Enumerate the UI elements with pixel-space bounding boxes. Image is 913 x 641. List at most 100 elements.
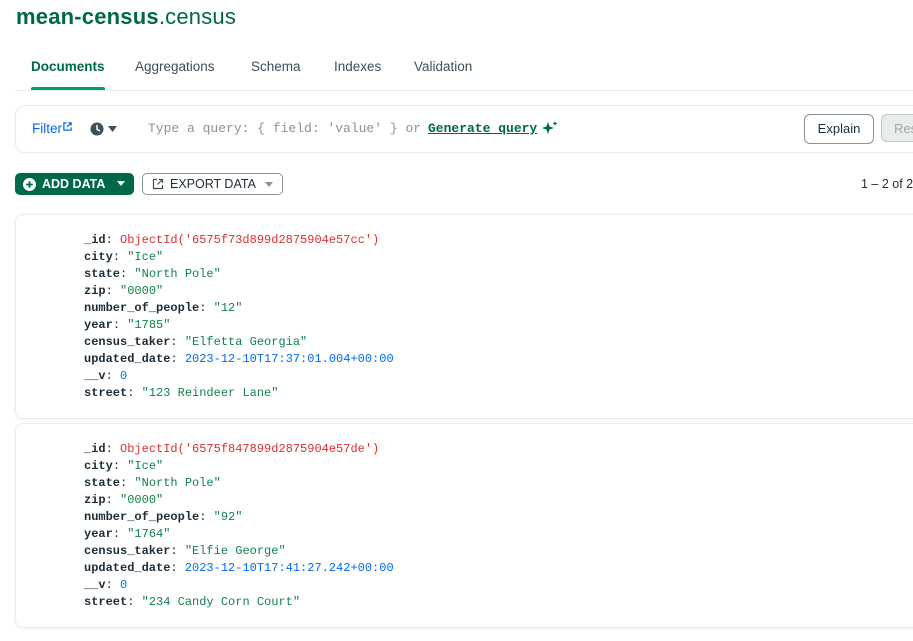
clock-icon: [90, 122, 104, 136]
document-fields: _id: ObjectId('6575f847899d2875904e57de'…: [84, 441, 394, 611]
field-key: __v: [84, 578, 106, 592]
document-field-row[interactable]: zip: "0000": [84, 283, 394, 300]
document-field-row[interactable]: zip: "0000": [84, 492, 394, 509]
collection-tabs: Documents Aggregations Schema Indexes Va…: [15, 56, 913, 91]
field-separator: :: [170, 544, 185, 558]
tab-documents[interactable]: Documents: [31, 56, 105, 90]
field-separator: :: [105, 233, 121, 247]
add-data-label: ADD DATA: [42, 177, 106, 191]
field-value: "12": [213, 301, 243, 315]
document-field-row[interactable]: state: "North Pole": [84, 475, 394, 492]
collection-name: .census: [158, 4, 237, 29]
query-history-button[interactable]: [90, 120, 117, 138]
caret-down-icon: [265, 182, 273, 187]
field-key: number_of_people: [84, 301, 200, 315]
field-key: state: [84, 267, 121, 281]
document-card[interactable]: _id: ObjectId('6575f73d899d2875904e57cc'…: [15, 214, 913, 419]
reset-button[interactable]: Res: [881, 114, 913, 142]
field-key: updated_date: [84, 352, 171, 366]
field-value: "Elfetta Georgia": [184, 335, 308, 349]
field-key: census_taker: [84, 335, 171, 349]
field-key: city: [84, 459, 113, 473]
document-field-row[interactable]: year: "1785": [84, 317, 394, 334]
export-data-button[interactable]: EXPORT DATA: [142, 173, 283, 195]
collection-title: mean-census.census: [16, 4, 236, 30]
document-field-row[interactable]: city: "Ice": [84, 249, 394, 266]
field-separator: :: [105, 578, 121, 592]
field-value: "92": [213, 510, 243, 524]
field-key: year: [84, 527, 113, 541]
field-separator: :: [199, 510, 214, 524]
tab-validation[interactable]: Validation: [414, 56, 472, 88]
document-field-row[interactable]: street: "234 Candy Corn Court": [84, 594, 394, 611]
field-separator: :: [127, 595, 142, 609]
field-separator: :: [170, 335, 185, 349]
document-field-row[interactable]: state: "North Pole": [84, 266, 394, 283]
field-key: year: [84, 318, 113, 332]
generate-query-link[interactable]: Generate query: [428, 121, 537, 136]
field-value: 0: [120, 369, 128, 383]
field-key: _id: [84, 233, 106, 247]
filter-label: Filter: [32, 121, 62, 136]
field-key: zip: [84, 284, 106, 298]
field-value: 0: [120, 578, 128, 592]
field-value: "1764": [127, 527, 171, 541]
field-value: 2023-12-10T17:37:01.004+00:00: [184, 352, 394, 366]
tab-indexes[interactable]: Indexes: [334, 56, 381, 88]
tab-schema[interactable]: Schema: [251, 56, 301, 88]
field-value: "234 Candy Corn Court": [141, 595, 301, 609]
sparkle-icon: [542, 121, 558, 134]
document-field-row[interactable]: city: "Ice": [84, 458, 394, 475]
document-field-row[interactable]: _id: ObjectId('6575f847899d2875904e57de'…: [84, 441, 394, 458]
document-field-row[interactable]: _id: ObjectId('6575f73d899d2875904e57cc'…: [84, 232, 394, 249]
document-field-row[interactable]: year: "1764": [84, 526, 394, 543]
field-key: __v: [84, 369, 106, 383]
add-data-button[interactable]: ADD DATA: [15, 173, 134, 195]
query-bar: Filter Type a query: { field: 'value' } …: [15, 105, 913, 153]
field-key: state: [84, 476, 121, 490]
tab-aggregations[interactable]: Aggregations: [135, 56, 215, 88]
filter-link[interactable]: Filter: [32, 121, 72, 136]
field-key: updated_date: [84, 561, 171, 575]
document-field-row[interactable]: number_of_people: "92": [84, 509, 394, 526]
document-field-row[interactable]: census_taker: "Elfetta Georgia": [84, 334, 394, 351]
field-value: "Elfie George": [184, 544, 286, 558]
field-value: ObjectId('6575f73d899d2875904e57cc'): [120, 233, 380, 247]
query-input[interactable]: Type a query: { field: 'value' } or: [148, 121, 421, 136]
document-field-row[interactable]: __v: 0: [84, 368, 394, 385]
field-separator: :: [105, 369, 121, 383]
field-separator: :: [112, 459, 128, 473]
document-field-row[interactable]: number_of_people: "12": [84, 300, 394, 317]
plus-circle-icon: [23, 177, 36, 191]
field-separator: :: [112, 250, 128, 264]
document-field-row[interactable]: updated_date: 2023-12-10T17:41:27.242+00…: [84, 560, 394, 577]
field-value: "1785": [127, 318, 171, 332]
field-separator: :: [105, 442, 121, 456]
document-card[interactable]: _id: ObjectId('6575f847899d2875904e57de'…: [15, 423, 913, 628]
document-field-row[interactable]: census_taker: "Elfie George": [84, 543, 394, 560]
field-separator: :: [105, 493, 121, 507]
field-separator: :: [120, 476, 135, 490]
field-separator: :: [199, 301, 214, 315]
field-value: "North Pole": [134, 267, 221, 281]
field-value: ObjectId('6575f847899d2875904e57de'): [120, 442, 380, 456]
field-separator: :: [127, 386, 142, 400]
field-value: "Ice": [127, 250, 164, 264]
document-field-row[interactable]: __v: 0: [84, 577, 394, 594]
field-value: "North Pole": [134, 476, 221, 490]
field-key: census_taker: [84, 544, 171, 558]
external-link-icon: [63, 122, 72, 131]
explain-button[interactable]: Explain: [804, 114, 874, 144]
caret-down-icon: [108, 126, 117, 132]
field-key: street: [84, 595, 128, 609]
field-separator: :: [120, 267, 135, 281]
field-key: city: [84, 250, 113, 264]
export-data-label: EXPORT DATA: [170, 177, 256, 191]
document-field-row[interactable]: street: "123 Reindeer Lane": [84, 385, 394, 402]
caret-down-icon: [117, 181, 125, 186]
export-icon: [152, 178, 164, 190]
document-field-row[interactable]: updated_date: 2023-12-10T17:37:01.004+00…: [84, 351, 394, 368]
pagination-summary: 1 – 2 of 2: [861, 177, 913, 191]
database-name[interactable]: mean-census: [16, 4, 159, 29]
field-separator: :: [105, 284, 121, 298]
